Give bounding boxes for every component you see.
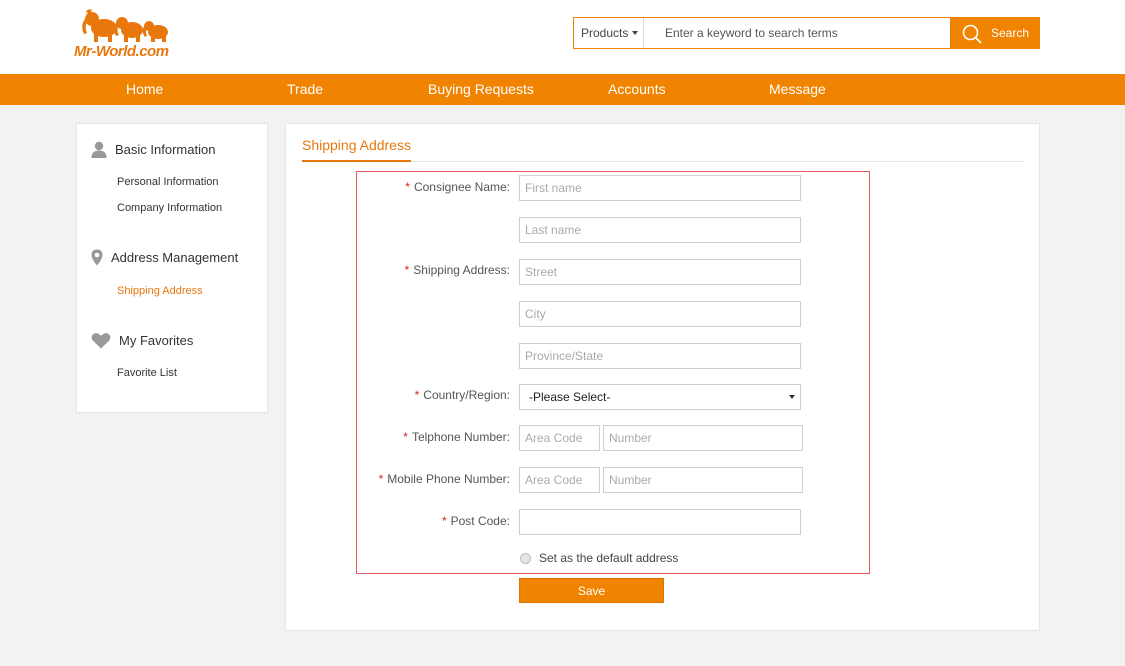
province-state-input[interactable] [519, 343, 801, 369]
sidebar-item-favorite-list[interactable]: Favorite List [117, 367, 177, 379]
post-code-label-text: Post Code: [450, 514, 510, 528]
telephone-area-code-input[interactable] [519, 425, 600, 451]
shipping-address-label: * Shipping Address: [405, 263, 510, 277]
sidebar: Basic Information Personal Information C… [76, 123, 268, 413]
logo-text: Mr-World.com [74, 43, 169, 60]
telephone-number-label: * Telphone Number: [403, 430, 510, 444]
main-nav: Home Trade Buying Requests Accounts Mess… [0, 74, 1125, 105]
required-marker: * [403, 430, 408, 444]
caret-down-icon [632, 31, 638, 35]
consignee-name-label: * Consignee Name: [405, 180, 510, 194]
country-region-label: * Country/Region: [415, 388, 510, 402]
nav-accounts[interactable]: Accounts [608, 74, 666, 105]
mobile-phone-number-label: * Mobile Phone Number: [379, 472, 510, 486]
nav-trade[interactable]: Trade [287, 74, 323, 105]
nav-message[interactable]: Message [769, 74, 826, 105]
city-input[interactable] [519, 301, 801, 327]
required-marker: * [441, 514, 447, 528]
search-category-label: Products [581, 26, 629, 40]
required-marker: * [404, 263, 410, 277]
search-category-dropdown[interactable]: Products [574, 18, 644, 48]
heart-icon [91, 333, 111, 349]
street-input[interactable] [519, 259, 801, 285]
mobile-area-code-input[interactable] [519, 467, 600, 493]
sidebar-item-company-information[interactable]: Company Information [117, 202, 222, 214]
country-region-value: -Please Select- [529, 390, 611, 404]
search-bar: Products Search [573, 17, 1040, 49]
elephant-logo-icon [82, 9, 168, 42]
user-icon [91, 141, 107, 158]
nav-home[interactable]: Home [126, 74, 163, 105]
telephone-number-label-text: Telphone Number: [411, 430, 510, 444]
post-code-label: * Post Code: [442, 514, 510, 528]
address-form: *Consignee Name: *Shipping Address: *Cou… [356, 171, 870, 574]
save-button[interactable]: Save [519, 578, 664, 603]
country-region-label-text: Country/Region: [423, 388, 510, 402]
default-address-radio[interactable] [520, 553, 531, 564]
sidebar-item-personal-information[interactable]: Personal Information [117, 176, 219, 188]
required-marker: * [378, 472, 384, 486]
telephone-number-input[interactable] [603, 425, 803, 451]
sidebar-section-title: Basic Information [115, 142, 216, 157]
search-button[interactable]: Search [950, 17, 1040, 49]
mobile-number-input[interactable] [603, 467, 803, 493]
first-name-input[interactable] [519, 175, 801, 201]
country-region-select[interactable]: -Please Select- [519, 384, 801, 410]
required-marker: * [405, 180, 410, 194]
shipping-address-panel: Shipping Address *Consignee Name: *Shipp… [285, 123, 1040, 631]
required-marker: * [414, 388, 420, 402]
tab-shipping-address[interactable]: Shipping Address [302, 137, 411, 162]
shipping-address-label-text: Shipping Address: [413, 263, 510, 277]
last-name-input[interactable] [519, 217, 801, 243]
site-logo[interactable]: Mr-World.com [74, 6, 174, 62]
default-address-label[interactable]: Set as the default address [539, 551, 678, 565]
header: Mr-World.com Products Search [0, 0, 1125, 74]
mobile-phone-number-label-text: Mobile Phone Number: [387, 472, 510, 486]
search-icon [962, 24, 982, 44]
map-pin-icon [91, 249, 103, 266]
sidebar-section-title: My Favorites [119, 333, 194, 348]
search-input[interactable] [645, 18, 950, 48]
select-arrow-icon [789, 395, 795, 399]
sidebar-section-title: Address Management [111, 250, 239, 265]
consignee-name-label-text: Consignee Name: [413, 180, 510, 194]
search-button-label: Search [991, 26, 1030, 40]
nav-buying-requests[interactable]: Buying Requests [428, 74, 534, 105]
post-code-input[interactable] [519, 509, 801, 535]
sidebar-item-shipping-address[interactable]: Shipping Address [117, 285, 203, 297]
